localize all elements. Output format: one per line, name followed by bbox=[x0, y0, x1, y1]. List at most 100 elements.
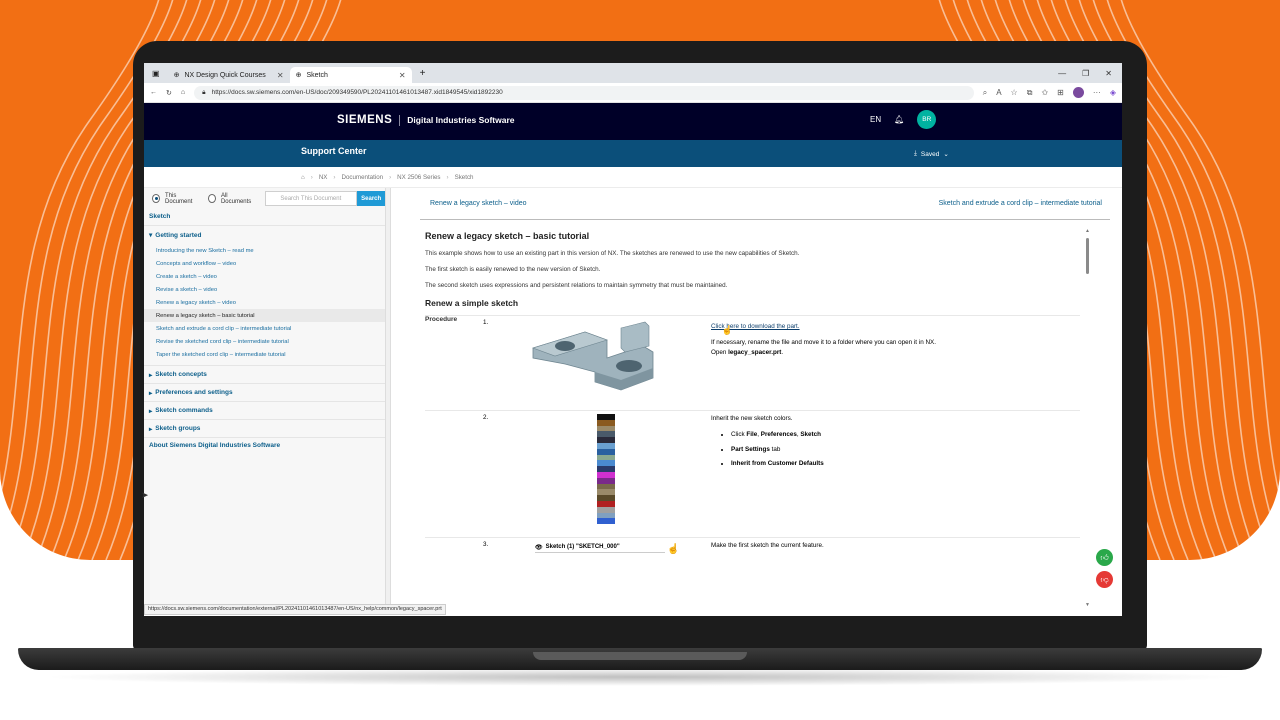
hand-cursor-icon: ☝ bbox=[667, 544, 680, 555]
tab-sketch[interactable]: ⊕ Sketch ✕ bbox=[289, 67, 412, 83]
search-scope: This Document All Documents Search This … bbox=[144, 188, 385, 209]
breadcrumb-item[interactable]: NX bbox=[319, 174, 328, 181]
copilot-icon[interactable]: ◈ bbox=[1110, 88, 1116, 97]
toc-item[interactable]: Renew a legacy sketch – video bbox=[144, 296, 385, 309]
caret-right-icon: ▸ bbox=[149, 371, 153, 379]
radio-this-document[interactable] bbox=[152, 194, 161, 203]
user-avatar[interactable]: BR bbox=[917, 110, 937, 129]
eye-icon: 👁︎ bbox=[535, 544, 543, 551]
back-icon[interactable]: ← bbox=[150, 89, 157, 96]
favorites-bar-icon[interactable]: ✩ bbox=[1041, 88, 1048, 97]
more-icon[interactable]: ··· bbox=[1093, 88, 1101, 97]
breadcrumb-item: Sketch bbox=[454, 173, 474, 181]
url-field[interactable]: 🔒︎ https://docs.sw.siemens.com/en-US/doc… bbox=[194, 85, 974, 100]
search-button[interactable]: Search bbox=[357, 191, 385, 206]
thumbs-up-icon[interactable]: 👍︎ bbox=[1096, 549, 1113, 566]
toc-item[interactable]: Revise a sketch – video bbox=[144, 283, 385, 296]
step-number: 2. bbox=[483, 414, 489, 421]
close-icon[interactable]: ✕ bbox=[277, 71, 284, 80]
divider bbox=[399, 114, 401, 126]
favorite-icon[interactable]: ☆ bbox=[1011, 88, 1018, 97]
notification-bell-icon[interactable]: 🔔︎ bbox=[894, 115, 904, 124]
scroll-down-icon[interactable]: ▼ bbox=[1085, 602, 1090, 608]
toc-group-getting-started[interactable]: ▾ Getting started bbox=[144, 226, 385, 244]
radio-all-documents[interactable] bbox=[207, 194, 216, 203]
extensions-icon[interactable]: ⧉ bbox=[1027, 88, 1033, 98]
paragraph: The first sketch is easily renewed to th… bbox=[425, 266, 601, 273]
sketch-feature-row[interactable]: 👁︎ Sketch (1) "SKETCH_000" bbox=[535, 542, 665, 553]
breadcrumb-separator: › bbox=[446, 173, 449, 181]
step-number: 3. bbox=[483, 541, 489, 548]
toc-group[interactable]: ▸ Sketch concepts bbox=[144, 366, 385, 384]
menu-preferences: Preferences bbox=[760, 430, 797, 438]
read-aloud-icon[interactable]: A bbox=[996, 88, 1001, 97]
saved-label: Saved bbox=[920, 150, 940, 158]
toc-item[interactable]: Renew a legacy sketch – basic tutorial bbox=[144, 309, 385, 322]
toc-group-label: Getting started bbox=[155, 231, 202, 239]
browser-profile-avatar[interactable] bbox=[1072, 87, 1084, 98]
chevron-down-icon: ⌄ bbox=[943, 151, 949, 158]
toc-root[interactable]: Sketch bbox=[144, 209, 385, 226]
browser-tab-bar: ▣ ⊕ NX Design Quick Courses ✕ ⊕ Sketch ✕… bbox=[144, 63, 1122, 83]
tab-actions-icon[interactable]: ▣ bbox=[152, 69, 160, 78]
support-center-title[interactable]: Support Center bbox=[301, 146, 367, 156]
maximize-icon[interactable]: ❐ bbox=[1082, 69, 1089, 78]
toc-item[interactable]: Revise the sketched cord clip – intermed… bbox=[144, 335, 385, 348]
close-icon[interactable]: ✕ bbox=[399, 71, 406, 80]
toc-item[interactable]: Introducing the new Sketch – read me bbox=[144, 244, 385, 257]
language-selector[interactable]: EN bbox=[870, 115, 881, 124]
thumbs-down-icon[interactable]: 👎︎ bbox=[1096, 571, 1113, 588]
toc-item[interactable]: Create a sketch – video bbox=[144, 270, 385, 283]
toc-about[interactable]: About Siemens Digital Industries Softwar… bbox=[144, 438, 385, 456]
zoom-icon[interactable]: ⌕ bbox=[983, 88, 987, 98]
scrollbar-thumb[interactable] bbox=[1086, 238, 1089, 274]
toc-group[interactable]: ▸ Sketch commands bbox=[144, 402, 385, 420]
siemens-logo[interactable]: SIEMENS bbox=[337, 114, 392, 126]
caret-right-icon: ▸ bbox=[149, 407, 153, 415]
link-status-bar: https://docs.sw.siemens.com/documentatio… bbox=[144, 604, 446, 615]
scroll-up-icon[interactable]: ▲ bbox=[1085, 228, 1090, 234]
prev-next-nav: Renew a legacy sketch – video Sketch and… bbox=[420, 188, 1110, 220]
toc-item[interactable]: Taper the sketched cord clip – intermedi… bbox=[144, 348, 385, 361]
site-header: SIEMENS Digital Industries Software EN 🔔… bbox=[144, 103, 1122, 140]
breadcrumb-item[interactable]: Documentation bbox=[341, 174, 383, 181]
brand-subtitle: Digital Industries Software bbox=[407, 115, 515, 125]
download-icon: ⤓ bbox=[914, 150, 917, 157]
breadcrumb-item[interactable]: NX 2506 Series bbox=[397, 174, 440, 181]
search-input[interactable]: Search This Document bbox=[265, 191, 358, 206]
next-link[interactable]: Sketch and extrude a cord clip – interme… bbox=[939, 200, 1102, 207]
home-icon[interactable]: ⌂ bbox=[181, 89, 185, 96]
toc-group[interactable]: ▸ Sketch groups bbox=[144, 420, 385, 438]
toc-item[interactable]: Concepts and workflow – video bbox=[144, 257, 385, 270]
menu-sketch: Sketch bbox=[800, 430, 821, 438]
menu-file: File bbox=[746, 430, 758, 438]
close-window-icon[interactable]: ✕ bbox=[1105, 69, 1112, 78]
refresh-icon[interactable]: ↻ bbox=[166, 89, 172, 97]
step-3-text: Make the first sketch the current featur… bbox=[711, 542, 824, 549]
saved-button[interactable]: ⤓ Saved ⌄ bbox=[914, 150, 949, 158]
sketch-feature-label: Sketch (1) "SKETCH_000" bbox=[545, 544, 620, 550]
home-icon[interactable]: ⌂ bbox=[301, 174, 305, 181]
caret-right-icon: ▸ bbox=[149, 389, 153, 397]
resize-handle[interactable] bbox=[386, 188, 391, 609]
collections-icon[interactable]: ⊞ bbox=[1057, 88, 1064, 97]
mouse-cursor-icon: ➤ bbox=[141, 490, 149, 500]
part-settings-label: Part Settings bbox=[731, 445, 770, 453]
toc-group[interactable]: ▸ Preferences and settings bbox=[144, 384, 385, 402]
scrollbar[interactable]: ▲ ▼ bbox=[1085, 228, 1091, 608]
inherit-defaults-label: Inherit from Customer Defaults bbox=[731, 460, 824, 468]
breadcrumb: ⌂ › NX › Documentation › NX 2506 Series … bbox=[144, 167, 1122, 188]
toc-item[interactable]: Sketch and extrude a cord clip – interme… bbox=[144, 322, 385, 335]
step-3: 3. 👁︎ Sketch (1) "SKETCH_000" ☝ Make the… bbox=[425, 537, 1080, 577]
support-center-bar: Support Center ⤓ Saved ⌄ bbox=[144, 140, 1122, 167]
minimize-icon[interactable]: — bbox=[1058, 69, 1066, 78]
caret-right-icon: ▸ bbox=[149, 425, 153, 433]
new-tab-button[interactable]: + bbox=[420, 68, 426, 79]
step-1-open-prefix: Open bbox=[711, 348, 729, 356]
article-pane: Renew a legacy sketch – video Sketch and… bbox=[420, 188, 1110, 609]
prev-link[interactable]: Renew a legacy sketch – video bbox=[430, 200, 527, 207]
tab-nx-design[interactable]: ⊕ NX Design Quick Courses ✕ bbox=[168, 67, 290, 83]
url-text: https://docs.sw.siemens.com/en-US/doc/20… bbox=[211, 89, 503, 96]
part-3d-image bbox=[532, 321, 654, 391]
step-2-text: Inherit the new sketch colors. Click Fil… bbox=[711, 414, 1071, 474]
